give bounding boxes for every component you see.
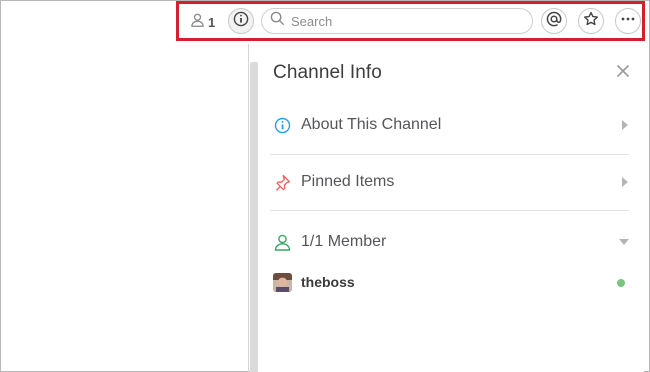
more-actions-button[interactable] <box>615 8 641 34</box>
more-icon <box>620 11 636 32</box>
search-field[interactable] <box>261 8 533 34</box>
section-pinned-items[interactable]: Pinned Items <box>270 154 630 210</box>
section-label: About This Channel <box>301 116 442 133</box>
panel-divider <box>248 44 249 372</box>
chevron-down-icon <box>619 239 629 245</box>
member-name: theboss <box>301 274 355 290</box>
person-icon <box>273 233 291 251</box>
panel-scrollbar[interactable] <box>250 62 258 372</box>
mentions-button[interactable] <box>541 8 567 34</box>
close-panel-button[interactable] <box>614 64 632 82</box>
online-status-indicator <box>617 279 625 287</box>
starred-button[interactable] <box>578 8 604 34</box>
pin-icon <box>273 173 291 191</box>
member-list-item[interactable]: theboss <box>273 271 629 293</box>
search-icon <box>270 11 285 31</box>
star-icon <box>583 11 599 32</box>
section-label: Pinned Items <box>301 173 395 190</box>
section-label: 1/1 Member <box>301 233 387 250</box>
close-icon <box>616 64 630 83</box>
divider <box>270 210 629 211</box>
info-icon <box>273 116 291 134</box>
search-input[interactable] <box>291 13 521 29</box>
channel-info-button[interactable] <box>228 8 254 34</box>
person-icon <box>191 13 204 32</box>
at-icon <box>546 11 562 32</box>
member-count-button[interactable]: 1 <box>191 13 215 31</box>
section-members[interactable]: 1/1 Member <box>270 214 630 270</box>
channel-header-toolbar: 1 <box>176 1 645 41</box>
chevron-right-icon <box>622 120 628 130</box>
section-about-channel[interactable]: About This Channel <box>270 97 630 153</box>
avatar <box>273 272 292 292</box>
chevron-right-icon <box>622 177 628 187</box>
info-icon <box>233 11 249 32</box>
member-count-value: 1 <box>208 14 216 30</box>
channel-info-panel: Channel Info About This Channel Pinned I… <box>258 44 644 372</box>
panel-title: Channel Info <box>273 62 382 83</box>
